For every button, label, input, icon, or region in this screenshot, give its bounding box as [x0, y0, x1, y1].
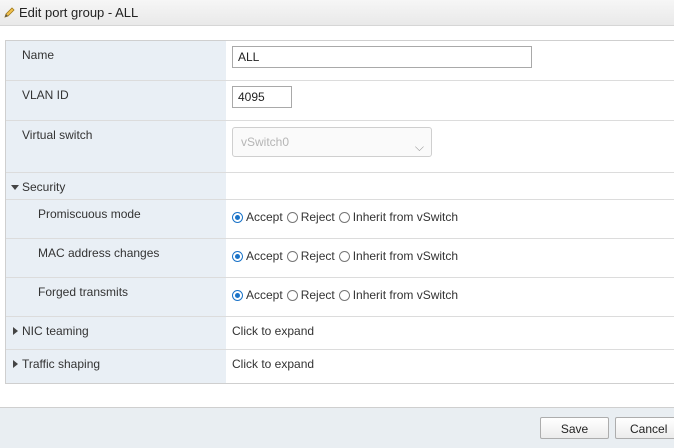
forged-transmits-reject-radio[interactable]: Reject [286, 288, 335, 302]
promiscuous-radio-group: Accept Reject Inherit from vSwitch [232, 210, 462, 224]
nic-teaming-row[interactable]: NIC teaming Click to expand [6, 317, 674, 350]
vswitch-select: vSwitch0 ⌵ [232, 127, 432, 157]
caret-right-icon [13, 360, 18, 368]
traffic-shaping-expand-link[interactable]: Click to expand [232, 357, 314, 371]
forged-transmits-label: Forged transmits [38, 285, 129, 299]
mac-changes-label: MAC address changes [38, 246, 160, 260]
cancel-button[interactable]: Cancel [615, 417, 674, 439]
nic-teaming-label: NIC teaming [22, 324, 89, 338]
name-input[interactable] [232, 46, 532, 68]
mac-changes-row: MAC address changes Accept Reject Inheri… [6, 239, 674, 278]
vlan-label: VLAN ID [22, 88, 69, 102]
caret-down-icon [11, 185, 19, 190]
nic-teaming-expand-link[interactable]: Click to expand [232, 324, 314, 338]
promiscuous-row: Promiscuous mode Accept Reject Inherit f… [6, 200, 674, 239]
promiscuous-reject-radio[interactable]: Reject [286, 210, 335, 224]
promiscuous-accept-radio[interactable]: Accept [232, 210, 283, 224]
mac-changes-inherit-radio[interactable]: Inherit from vSwitch [338, 249, 458, 263]
dialog-title: Edit port group - ALL [19, 5, 139, 20]
vswitch-select-value: vSwitch0 [241, 135, 290, 149]
chevron-down-icon: ⌵ [414, 140, 424, 154]
security-label: Security [22, 180, 66, 194]
mac-changes-reject-radio[interactable]: Reject [286, 249, 335, 263]
caret-right-icon [13, 327, 18, 335]
dialog-footer: Save Cancel [0, 407, 674, 448]
vswitch-label: Virtual switch [22, 128, 93, 142]
mac-changes-radio-group: Accept Reject Inherit from vSwitch [232, 249, 462, 263]
vswitch-row: Virtual switch vSwitch0 ⌵ [6, 121, 674, 173]
save-button[interactable]: Save [540, 417, 609, 439]
forged-transmits-inherit-radio[interactable]: Inherit from vSwitch [338, 288, 458, 302]
mac-changes-accept-radio[interactable]: Accept [232, 249, 283, 263]
dialog-titlebar: Edit port group - ALL [0, 0, 674, 26]
promiscuous-inherit-radio[interactable]: Inherit from vSwitch [338, 210, 458, 224]
name-label: Name [22, 48, 55, 62]
forged-transmits-row: Forged transmits Accept Reject Inherit f… [6, 278, 674, 317]
traffic-shaping-row[interactable]: Traffic shaping Click to expand [6, 350, 674, 383]
forged-transmits-accept-radio[interactable]: Accept [232, 288, 283, 302]
vlan-id-input[interactable] [232, 86, 292, 108]
vlan-row: VLAN ID [6, 81, 674, 121]
security-section-header[interactable]: Security [6, 173, 674, 200]
pencil-icon [3, 6, 16, 19]
port-group-form: Name VLAN ID Virtual switch vSwitch0 ⌵ S… [5, 40, 674, 384]
name-row: Name [6, 41, 674, 81]
forged-transmits-radio-group: Accept Reject Inherit from vSwitch [232, 288, 462, 302]
traffic-shaping-label: Traffic shaping [22, 357, 101, 371]
promiscuous-label: Promiscuous mode [38, 207, 141, 221]
